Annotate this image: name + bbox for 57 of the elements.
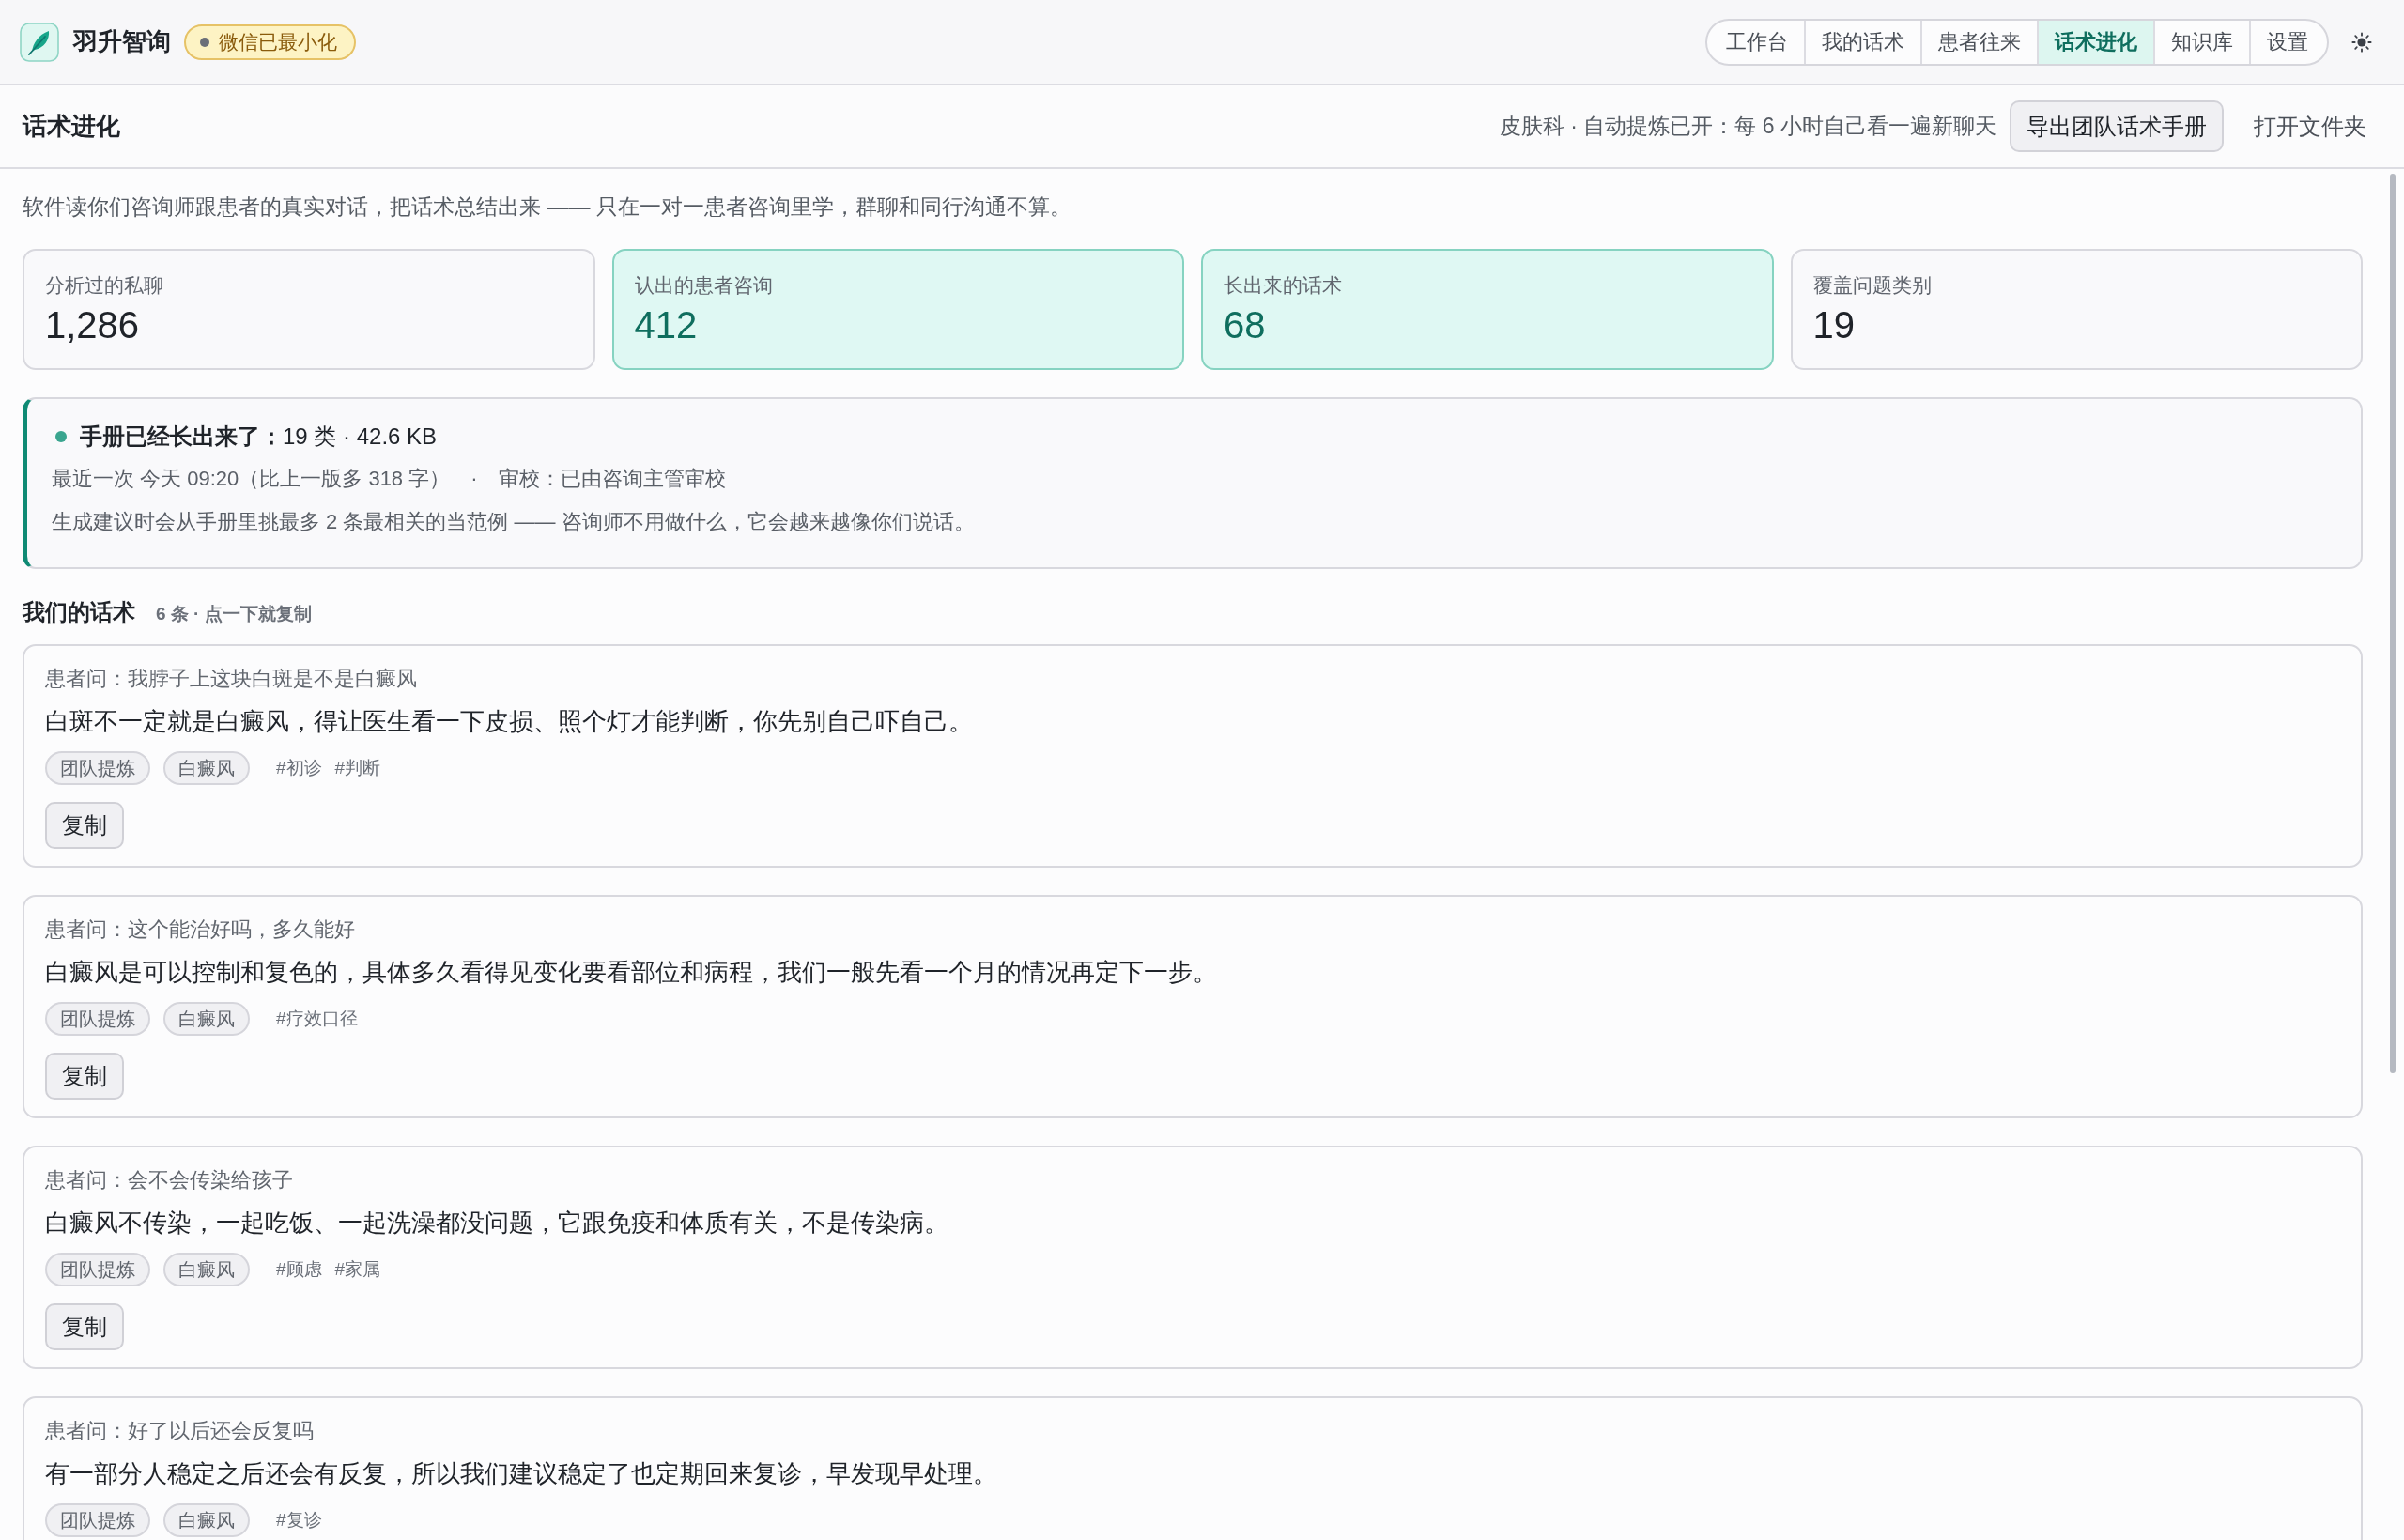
intro-text: 软件读你们咨询师跟患者的真实对话，把话术总结出来 —— 只在一对一患者咨询里学，群聊和同行沟通不算。: [23, 193, 1072, 221]
manual-note: 生成建议时会从手册里挑最多 2 条最相关的当范例 —— 咨询师不用做什么，它会越来越像你们说话。: [52, 509, 976, 535]
tag: 团队提炼: [45, 1503, 150, 1537]
script-answer: 白癜风不传染，一起吃饭、一起洗澡都没问题，它跟免疫和体质有关，不是传染病。: [45, 1208, 949, 1239]
page-title: 话术进化: [23, 111, 121, 142]
script-answer: 有一部分人稳定之后还会有反复，所以我们建议稳定了也定期回来复诊，早发现早处理。: [45, 1458, 998, 1489]
app-title: 羽升智询: [73, 26, 171, 57]
nav-tab[interactable]: 知识库: [2153, 20, 2249, 64]
tag: 白癜风: [163, 1503, 250, 1537]
stat-label: 长出来的话术: [1224, 273, 1342, 298]
copy-button[interactable]: 复制: [45, 1053, 124, 1100]
tag: 团队提炼: [45, 1253, 150, 1286]
status-dot-icon: [200, 37, 209, 47]
stat-value: 1,286: [45, 303, 140, 346]
stat-label: 覆盖问题类别: [1812, 273, 1932, 298]
hashtag-text: #家属: [334, 1258, 381, 1281]
patient-question: 患者问：会不会传染给孩子: [45, 1167, 294, 1194]
scrollbar-thumb[interactable]: [2390, 174, 2396, 1073]
auto-refine-status: 皮肤科 · 自动提炼已开：每 6 小时自己看一遍新聊天: [1500, 113, 1996, 140]
manual-meta-text: ·: [470, 466, 478, 492]
manual-title: 手册已经长出来了：19 类 · 42.6 KB: [80, 423, 438, 451]
status-badge-text: 微信已最小化: [219, 29, 337, 54]
patient-question: 患者问：我脖子上这块白斑是不是白癜风: [45, 666, 418, 692]
open-folder-link[interactable]: 打开文件夹: [2254, 111, 2366, 142]
hashtag-text: #疗效口径: [276, 1008, 358, 1030]
manual-meta-text: 最近一次 今天 09:20（比上一版多 318 字）: [52, 466, 451, 492]
nav-tab[interactable]: 工作台: [1707, 20, 1804, 64]
nav-tab[interactable]: 我的话术: [1804, 20, 1920, 64]
stat-value: 412: [634, 303, 698, 346]
tag: 团队提炼: [45, 1002, 150, 1036]
hashtag-text: #初诊: [276, 757, 322, 779]
patient-question: 患者问：这个能治好吗，多久能好: [45, 916, 356, 943]
copy-button[interactable]: 复制: [45, 802, 124, 849]
stat-value: 68: [1224, 303, 1266, 346]
script-answer: 白斑不一定就是白癜风，得让医生看一下皮损、照个灯才能判断，你先别自己吓自己。: [45, 706, 974, 737]
section-hint: 6 条 · 点一下就复制: [156, 603, 312, 625]
hashtag-text: #顾虑: [276, 1258, 322, 1281]
export-button[interactable]: 导出团队话术手册: [2010, 100, 2224, 152]
stat-label: 认出的患者咨询: [634, 273, 773, 298]
manual-meta-text: 审校：已由咨询主管审校: [498, 466, 726, 492]
tag: 团队提炼: [45, 751, 150, 785]
stat-value: 19: [1812, 303, 1855, 346]
tag: 白癜风: [163, 751, 250, 785]
sun-icon[interactable]: [2351, 31, 2372, 53]
copy-button[interactable]: 复制: [45, 1303, 124, 1350]
patient-question: 患者问：好了以后还会反复吗: [45, 1418, 315, 1444]
nav-tab[interactable]: 设置: [2249, 20, 2327, 64]
tag: 白癜风: [163, 1253, 250, 1286]
status-dot-icon: [55, 431, 67, 442]
hashtag-text: #复诊: [276, 1509, 322, 1532]
feather-logo-icon: [20, 22, 59, 62]
tag: 白癜风: [163, 1002, 250, 1036]
section-title: 我们的话术: [23, 598, 135, 626]
script-answer: 白癜风是可以控制和复色的，具体多久看得见变化要看部位和病程，我们一般先看一个月的情况再定下一步。: [45, 957, 1218, 988]
hashtag-text: #判断: [334, 757, 381, 779]
stat-label: 分析过的私聊: [45, 273, 163, 298]
nav-tab[interactable]: 话术进化: [2037, 20, 2153, 64]
